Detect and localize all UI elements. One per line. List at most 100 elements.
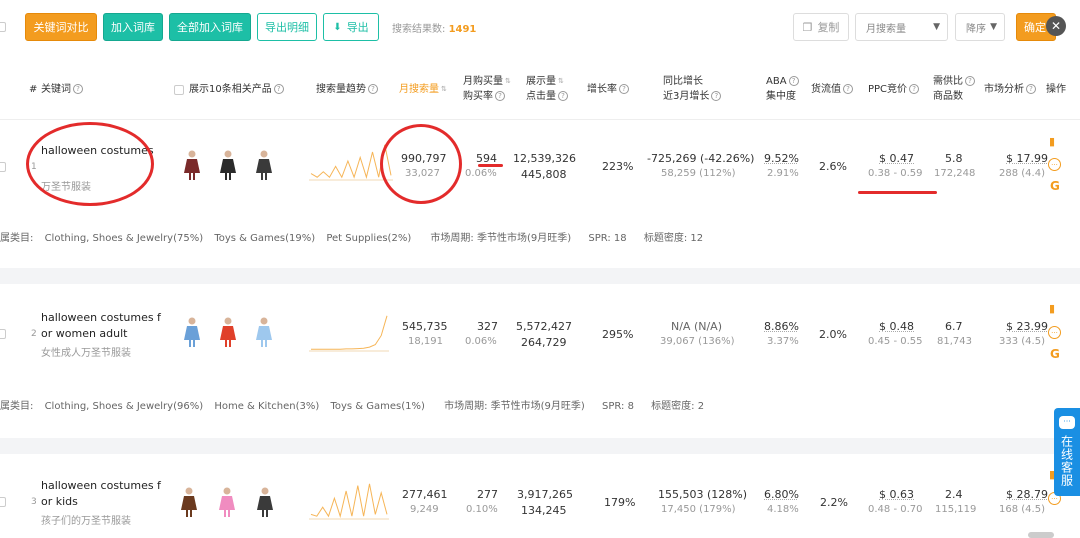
- more-icon[interactable]: ···: [1048, 326, 1061, 339]
- search-trend-sparkline[interactable]: [309, 141, 393, 181]
- row-separator: [0, 268, 1080, 284]
- sort-order-select[interactable]: 降序 ▼: [955, 13, 1005, 41]
- category-item[interactable]: Home & Kitchen(3%): [214, 401, 319, 412]
- figure-head: [188, 317, 196, 325]
- category-item[interactable]: Toys & Games(1%): [330, 401, 424, 412]
- flow-value: 2.0%: [819, 328, 847, 341]
- product-thumbnail[interactable]: [181, 316, 203, 348]
- keyword-link[interactable]: halloween costumes for women adult: [41, 310, 166, 342]
- ppc-range: 0.48 - 0.70: [868, 504, 923, 515]
- header-monthly-search[interactable]: 月搜索量 ⇅: [399, 82, 447, 97]
- figure-head: [261, 487, 269, 495]
- growth-value: 223%: [602, 160, 634, 173]
- close-icon[interactable]: ✕: [1046, 16, 1066, 36]
- title-density-label: 标题密度:: [651, 401, 695, 412]
- market-price-value: $ 28.79: [1006, 488, 1048, 501]
- export-detail-button[interactable]: 导出明细: [257, 13, 317, 41]
- monthly-buy-value: 594: [476, 152, 497, 165]
- help-icon: ?: [909, 84, 920, 94]
- category-line: 属类目: Clothing, Shoes & Jewelry(75%) Toys…: [0, 229, 703, 244]
- keyword-link[interactable]: halloween costumes: [41, 143, 166, 159]
- category-item[interactable]: Clothing, Shoes & Jewelry(96%): [45, 401, 204, 412]
- monthly-search-value: 990,797: [401, 152, 447, 165]
- help-icon: ?: [843, 84, 853, 94]
- sort-order-value: 降序: [966, 23, 986, 35]
- result-count-label: 搜索结果数:: [392, 24, 446, 35]
- product-thumbnail[interactable]: [217, 316, 239, 348]
- header-yoy[interactable]: 同比增长 近3月增长?: [663, 74, 722, 104]
- header-ppc[interactable]: PPC竞价?: [868, 82, 920, 97]
- keyword-translation: 万圣节服装: [41, 182, 91, 193]
- bar-chart-icon[interactable]: ▮: [1049, 135, 1055, 148]
- row-checkbox[interactable]: [0, 329, 6, 339]
- search-trend-sparkline[interactable]: [309, 312, 389, 352]
- row-index: 3: [31, 497, 37, 507]
- bar-chart-icon[interactable]: ▮: [1049, 302, 1055, 315]
- category-item[interactable]: Clothing, Shoes & Jewelry(75%): [45, 233, 204, 244]
- keyword-link[interactable]: halloween costumes for kids: [41, 478, 166, 510]
- table-row[interactable]: 1 halloween costumes 万圣节服装 990,797 33,02…: [0, 121, 1080, 213]
- product-thumbnail[interactable]: [253, 149, 275, 181]
- product-thumbnail[interactable]: [217, 149, 239, 181]
- market-reviews-value: 333 (4.5): [999, 336, 1045, 347]
- sparkline-series: [310, 483, 388, 519]
- figure-body: [219, 496, 235, 517]
- monthly-search-value: 277,461: [402, 488, 448, 501]
- help-icon: ?: [1026, 84, 1036, 94]
- figure-head: [188, 150, 196, 158]
- header-monthly-buy[interactable]: 月购买量 ⇅ 购买率?: [463, 74, 511, 104]
- help-icon: ?: [965, 76, 975, 86]
- add-to-library-button[interactable]: 加入词库: [103, 13, 163, 41]
- aba-value: 6.80%: [764, 488, 799, 501]
- product-thumbnail[interactable]: [216, 486, 238, 518]
- aba-sub: 3.37%: [767, 336, 799, 347]
- header-flow[interactable]: 货流值?: [811, 82, 853, 97]
- header-growth[interactable]: 增长率?: [587, 82, 629, 97]
- monthly-buy-value: 327: [477, 320, 498, 333]
- google-icon[interactable]: G: [1050, 347, 1060, 361]
- help-icon: ?: [558, 91, 568, 101]
- title-density-label: 标题密度:: [643, 233, 688, 244]
- product-thumbnail[interactable]: [254, 486, 276, 518]
- product-thumbnail[interactable]: [253, 316, 275, 348]
- keyword-compare-button[interactable]: 关键词对比: [25, 13, 97, 41]
- customer-service-widget[interactable]: ··· 在线客服: [1054, 408, 1080, 496]
- product-thumbnail[interactable]: [181, 149, 203, 181]
- aba-sub: 4.18%: [767, 504, 799, 515]
- title-density-value: 12: [690, 233, 704, 244]
- sparkline-series: [310, 144, 392, 180]
- category-item[interactable]: Toys & Games(19%): [214, 233, 315, 244]
- yoy-sub: 58,259 (112%): [661, 168, 736, 179]
- flow-value: 2.2%: [820, 496, 848, 509]
- google-icon[interactable]: G: [1050, 179, 1060, 193]
- search-trend-sparkline[interactable]: [309, 480, 389, 520]
- download-icon: ⬇: [333, 21, 342, 33]
- header-aba[interactable]: ABA? 集中度: [766, 74, 799, 104]
- export-button[interactable]: ⬇ 导出: [323, 13, 379, 41]
- more-icon[interactable]: ···: [1048, 158, 1061, 171]
- product-thumbnail[interactable]: [178, 486, 200, 518]
- header-impressions[interactable]: 展示量 ⇅ 点击量?: [526, 74, 568, 104]
- figure-head: [260, 317, 268, 325]
- buy-rate-value: 0.06%: [465, 336, 497, 347]
- horizontal-scrollbar[interactable]: [1028, 532, 1054, 538]
- header-supply[interactable]: 需供比? 商品数: [933, 74, 975, 104]
- sort-field-select[interactable]: 月搜索量 ▼: [855, 13, 948, 41]
- clicks-value: 445,808: [521, 168, 567, 181]
- add-all-to-library-button[interactable]: 全部加入词库: [169, 13, 251, 41]
- category-item[interactable]: Pet Supplies(2%): [326, 233, 411, 244]
- select-all-checkbox[interactable]: [0, 22, 6, 32]
- sort-icon: ⇅: [505, 77, 511, 85]
- monthly-search-sub: 33,027: [405, 168, 440, 179]
- help-icon: ?: [368, 84, 378, 94]
- row-checkbox[interactable]: [0, 497, 6, 507]
- table-row[interactable]: 3 halloween costumes for kids 孩子们的万圣节服装 …: [0, 454, 1080, 538]
- show-products-checkbox[interactable]: [174, 85, 184, 95]
- header-trend[interactable]: 搜索量趋势?: [316, 82, 378, 97]
- table-row[interactable]: 2 halloween costumes for women adult 女性成…: [0, 284, 1080, 380]
- row-checkbox[interactable]: [0, 162, 6, 172]
- copy-button[interactable]: ❐ 复制: [793, 13, 849, 41]
- market-reviews-value: 168 (4.5): [999, 504, 1045, 515]
- clicks-value: 134,245: [521, 504, 567, 517]
- header-market[interactable]: 市场分析?: [984, 82, 1036, 97]
